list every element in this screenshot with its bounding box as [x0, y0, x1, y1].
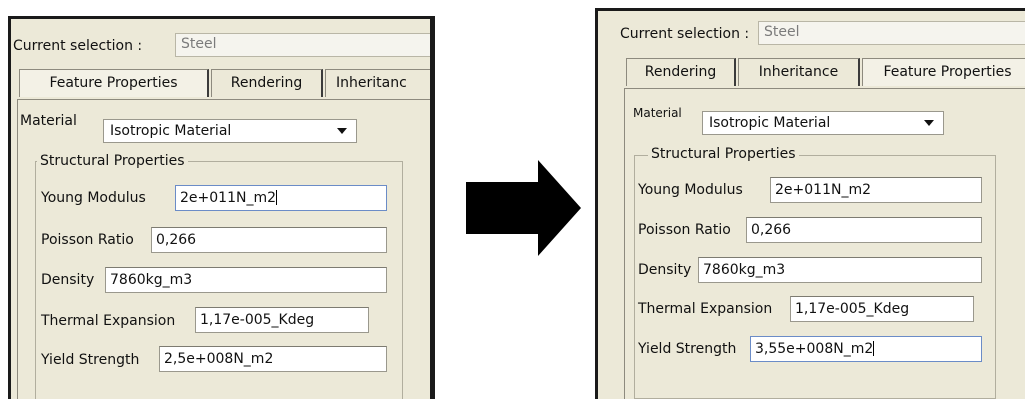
material-label: Material: [20, 113, 77, 129]
tab-rendering[interactable]: Rendering: [626, 58, 736, 86]
material-dropdown-value: Isotropic Material: [709, 115, 831, 131]
current-selection-label: Current selection :: [13, 38, 143, 54]
thermal-expansion-label: Thermal Expansion: [638, 301, 773, 317]
tab-feature-properties[interactable]: Feature Properties: [862, 58, 1025, 86]
current-selection-label: Current selection :: [620, 26, 750, 42]
young-modulus-field[interactable]: 2e+011N_m2: [175, 185, 387, 211]
current-selection-field[interactable]: Steel: [175, 33, 430, 57]
current-selection-field[interactable]: Steel: [758, 21, 1025, 45]
yield-strength-label: Yield Strength: [638, 341, 737, 357]
tab-rendering[interactable]: Rendering: [211, 69, 323, 97]
poisson-ratio-field[interactable]: 0,266: [151, 227, 387, 253]
tab-inheritance[interactable]: Inheritance: [738, 58, 860, 86]
yield-strength-field[interactable]: 2,5e+008N_m2: [159, 346, 387, 372]
tab-feature-properties[interactable]: Feature Properties: [19, 69, 209, 97]
density-field[interactable]: 7860kg_m3: [698, 257, 982, 283]
properties-panel-after: Current selection : Steel Rendering Inhe…: [595, 8, 1025, 399]
right-arrow-icon: [466, 160, 581, 256]
thermal-expansion-field[interactable]: 1,17e-005_Kdeg: [195, 307, 369, 333]
young-modulus-label: Young Modulus: [41, 190, 146, 206]
chevron-down-icon: [924, 120, 934, 126]
material-label: Material: [633, 106, 682, 120]
tab-bar: Rendering Inheritance Feature Properties: [626, 58, 1025, 86]
material-dropdown-value: Isotropic Material: [110, 123, 232, 139]
yield-strength-value: 3,55e+008N_m2: [755, 341, 874, 357]
yield-strength-label: Yield Strength: [41, 352, 140, 368]
young-modulus-field[interactable]: 2e+011N_m2: [770, 177, 982, 203]
properties-panel-before: Current selection : Steel Feature Proper…: [8, 16, 435, 399]
poisson-ratio-field[interactable]: 0,266: [746, 217, 982, 243]
tab-inheritance[interactable]: Inheritanc: [325, 69, 430, 97]
tab-bar: Feature Properties Rendering Inheritanc: [19, 69, 430, 97]
poisson-ratio-label: Poisson Ratio: [638, 222, 731, 238]
density-label: Density: [41, 272, 95, 288]
material-dropdown[interactable]: Isotropic Material: [702, 111, 944, 135]
group-title: Structural Properties: [648, 146, 799, 162]
yield-strength-field[interactable]: 3,55e+008N_m2: [750, 336, 982, 362]
density-field[interactable]: 7860kg_m3: [105, 267, 387, 293]
chevron-down-icon: [337, 128, 347, 134]
young-modulus-label: Young Modulus: [638, 182, 743, 198]
material-dropdown[interactable]: Isotropic Material: [103, 119, 357, 143]
text-caret: [873, 341, 875, 356]
poisson-ratio-label: Poisson Ratio: [41, 232, 134, 248]
density-label: Density: [638, 262, 692, 278]
text-caret: [276, 190, 277, 205]
group-title: Structural Properties: [37, 153, 188, 169]
young-modulus-value: 2e+011N_m2: [180, 190, 276, 206]
thermal-expansion-label: Thermal Expansion: [41, 313, 176, 329]
thermal-expansion-field[interactable]: 1,17e-005_Kdeg: [790, 296, 974, 322]
